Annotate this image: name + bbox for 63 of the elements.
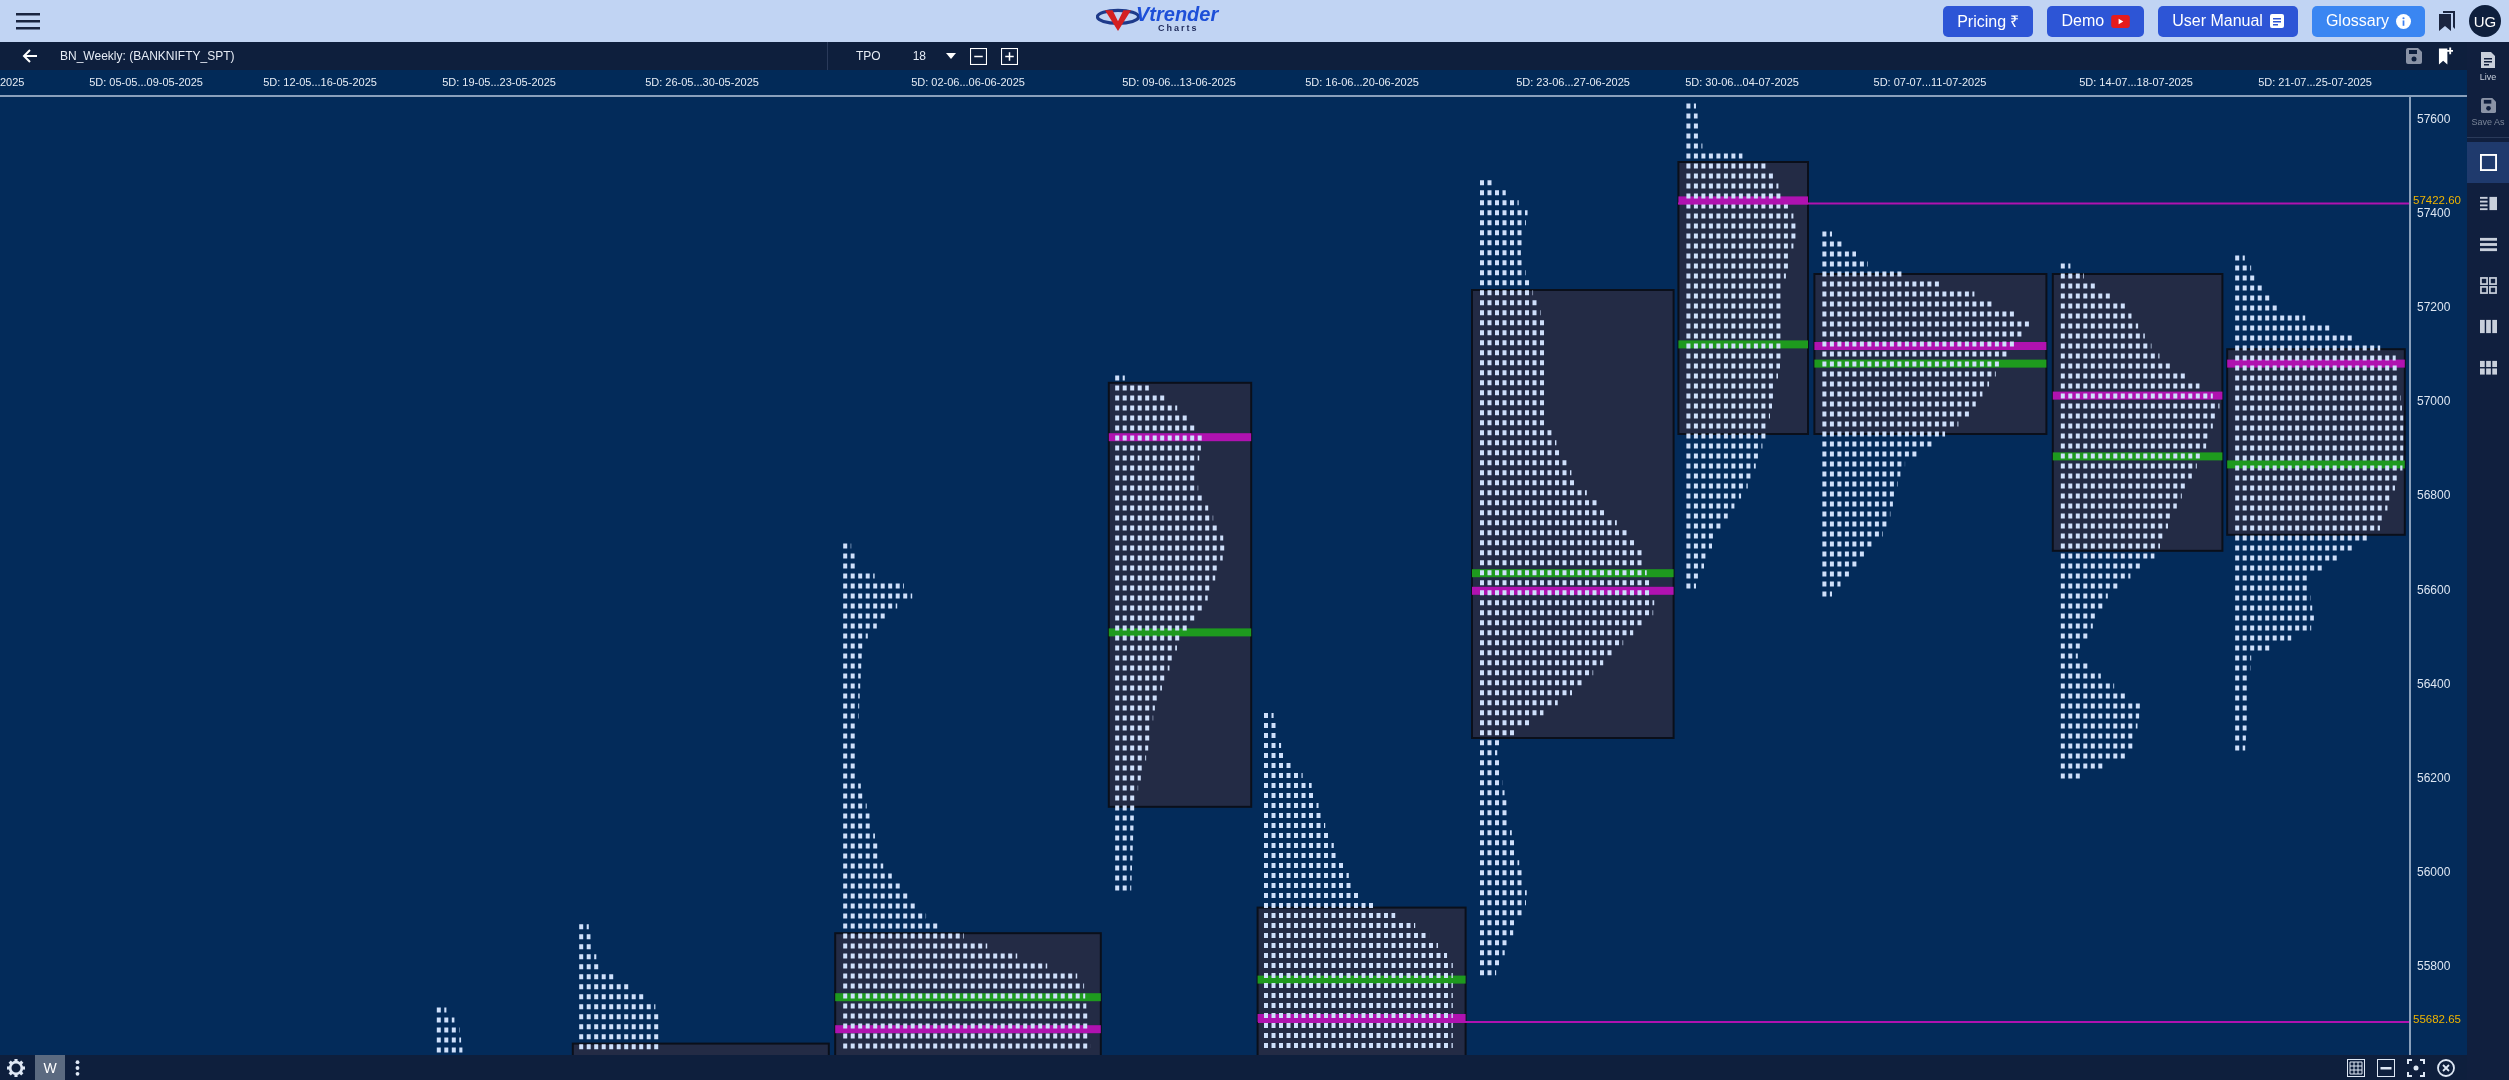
square-icon [2479,154,2497,171]
columns-icon [2479,318,2497,335]
focus-icon[interactable] [2407,1058,2425,1077]
bookmark-add-icon[interactable] [2438,47,2453,65]
chart-title: BN_Weekly: (BANKNIFTY_SPT) [60,49,235,63]
grid-icon [2479,359,2497,376]
interval-tab[interactable]: W [35,1055,65,1080]
user-avatar[interactable]: UG [2469,5,2501,37]
close-icon[interactable] [2437,1058,2455,1077]
list-layout-icon [2479,195,2497,212]
header-button[interactable]: Pricing ₹ [1943,5,2034,37]
price-tick-label: 57200 [2417,300,2451,315]
sidebar-button[interactable]: Live [2467,42,2509,88]
date-label: 5D: 21-07...25-07-2025 [2258,76,2372,88]
zoom-out-button[interactable] [970,47,988,65]
more-icon[interactable] [75,1058,80,1077]
zoom-in-button[interactable] [1001,47,1019,65]
bookmarks-icon[interactable] [2439,11,2455,31]
grid-icon [2479,277,2497,294]
price-tick-label: 56400 [2417,676,2451,691]
date-label: 5D: 19-05...23-05-2025 [442,76,556,88]
date-label: 5D: 05-05...09-05-2025 [89,76,203,88]
price-marker-label: 55682.65 [2413,1013,2461,1026]
chart-type-label: TPO [856,49,881,63]
grid-icon[interactable] [2347,1058,2365,1077]
date-label: 2025 [0,76,25,88]
date-label: 5D: 02-06...06-06-2025 [911,76,1025,88]
caret-icon[interactable] [946,53,957,59]
video-icon [2111,14,2131,28]
date-label: 5D: 09-06...13-06-2025 [1122,76,1236,88]
document-icon [2269,14,2284,28]
price-tick-label: 56000 [2417,864,2451,879]
back-arrow-icon[interactable] [22,48,38,64]
price-tick-label: 57400 [2417,206,2451,221]
price-tick-label: 57600 [2417,112,2451,126]
header-button[interactable]: User Manual [2158,5,2298,37]
save-icon [2480,98,2496,113]
date-label: 5D: 16-06...20-06-2025 [1305,76,1419,88]
document-icon [2481,52,2495,68]
rows-icon [2479,236,2497,253]
layout-button[interactable] [2467,142,2509,183]
date-label: 5D: 12-05...16-05-2025 [263,76,377,88]
price-tick-label: 56200 [2417,770,2451,785]
save-icon[interactable] [2406,48,2422,64]
date-label: 5D: 23-06...27-06-2025 [1516,76,1630,88]
logo-subtitle: Charts [1158,24,1200,33]
tpo-profile-drawing [436,1007,463,1053]
header-button[interactable]: Demo [2047,5,2145,37]
settings-icon[interactable] [7,1058,25,1077]
price-marker-label: 57422.60 [2413,194,2461,207]
info-icon [2396,13,2411,29]
menu-icon[interactable] [16,12,40,30]
date-label: 5D: 26-05...30-05-2025 [645,76,759,88]
date-label: 5D: 07-07...11-07-2025 [1873,76,1987,88]
date-label: 5D: 30-06...04-07-2025 [1685,76,1799,88]
tpo-size-value[interactable]: 18 [912,49,927,63]
header-button[interactable]: Glossary [2311,5,2425,37]
price-tick-label: 57000 [2417,394,2451,409]
price-tick-label: 56800 [2417,488,2451,503]
logo-text: Vtrender [1136,4,1219,24]
price-tick-label: 55800 [2417,958,2451,973]
price-tick-label: 56600 [2417,582,2451,597]
date-label: 5D: 14-07...18-07-2025 [2079,76,2193,88]
